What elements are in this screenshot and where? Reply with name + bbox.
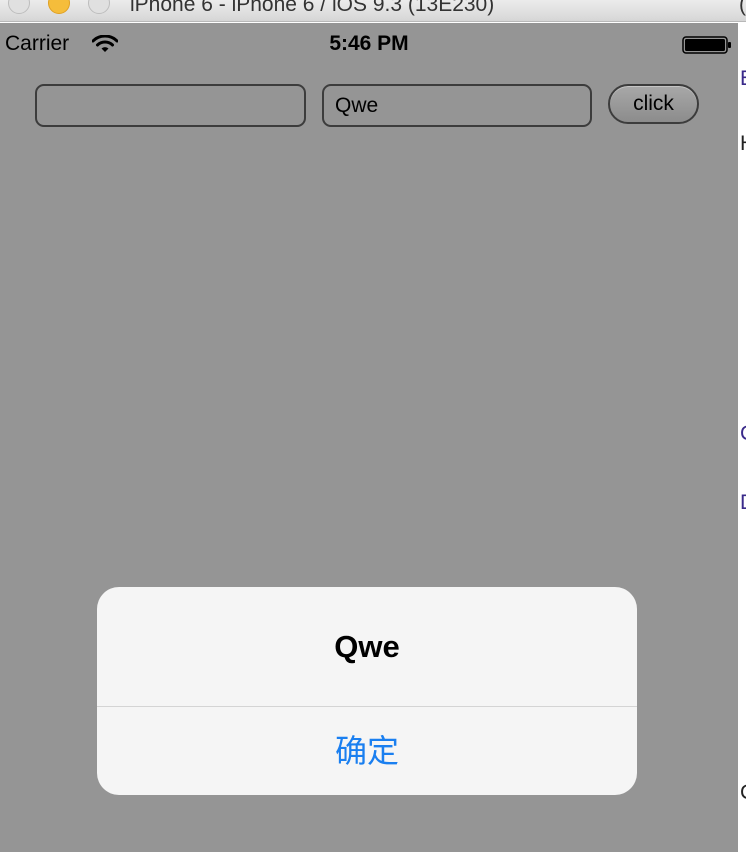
simulator-screen: Carrier 5:46 PM click Qwe 确定 <box>0 23 738 852</box>
alert-title: Qwe <box>334 629 400 664</box>
alert-dialog: Qwe 确定 <box>97 587 637 795</box>
window-minimize-button[interactable] <box>48 0 70 14</box>
gutter-fragment: D <box>740 492 746 513</box>
window-zoom-button[interactable] <box>88 0 110 14</box>
status-time: 5:46 PM <box>329 32 409 55</box>
gutter-fragment: C <box>740 423 746 444</box>
gutter-fragment: C <box>740 782 746 803</box>
gutter-fragment: E <box>740 68 746 89</box>
alert-confirm-button[interactable]: 确定 <box>97 707 637 795</box>
click-button[interactable]: click <box>608 84 699 124</box>
status-bar: Carrier 5:46 PM <box>0 23 738 63</box>
gutter-fragment: H <box>740 133 746 154</box>
window-title: iPhone 6 - iPhone 6 / iOS 9.3 (13E230) <box>130 0 495 16</box>
background-window-edge: E H C D C <box>738 23 746 852</box>
battery-icon <box>682 36 731 54</box>
text-field-2[interactable] <box>322 84 592 127</box>
window-close-button[interactable] <box>8 0 30 14</box>
window-title-fragment: ( <box>739 0 746 16</box>
text-field-1[interactable] <box>35 84 306 127</box>
window-titlebar: iPhone 6 - iPhone 6 / iOS 9.3 (13E230) ( <box>0 0 746 22</box>
